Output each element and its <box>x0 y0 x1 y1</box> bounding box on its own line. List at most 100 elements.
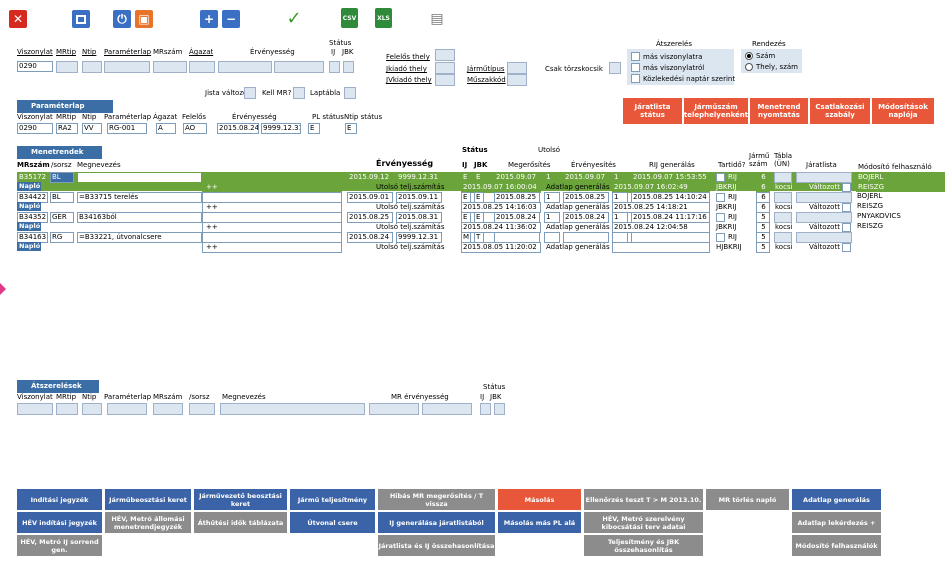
erv-from-cell[interactable]: 2015.09.01 <box>347 192 393 203</box>
jaratlista-cell[interactable] <box>796 172 852 183</box>
meg-n-cell[interactable] <box>544 232 560 243</box>
bottom-button-1-1[interactable]: HÉV, Metró állomási menetrendjegyzék <box>105 512 192 534</box>
telj-cell[interactable]: 2015.08.05 11:20:02 <box>461 242 541 253</box>
tartido-check[interactable] <box>716 213 725 222</box>
jkiado-thely-field[interactable] <box>435 62 455 74</box>
pl-ntip[interactable]: VV <box>82 123 102 134</box>
tartido-check[interactable] <box>716 173 725 182</box>
at-jbk[interactable] <box>494 403 505 415</box>
csak-torzskocsik-check[interactable] <box>609 62 621 74</box>
muszakkod-field[interactable] <box>507 74 527 86</box>
kozlekedesi-naptar-check[interactable] <box>631 74 640 83</box>
mas-viszonylatra-check[interactable] <box>631 52 640 61</box>
close-icon[interactable]: ✕ <box>9 10 27 28</box>
at-sorsz[interactable] <box>189 403 215 415</box>
csatlakozasi-szabaly-button[interactable]: Csatlakozási szabály <box>810 98 870 124</box>
at-mr-erv-to[interactable] <box>422 403 472 415</box>
pl-mrtip[interactable]: RA2 <box>56 123 78 134</box>
adatlap-cell[interactable] <box>612 242 710 253</box>
radio-thely-szam[interactable] <box>745 63 753 71</box>
ntip-field[interactable] <box>82 61 102 73</box>
valtozott-check[interactable] <box>842 243 851 252</box>
viszonylat-label[interactable]: Viszonylat <box>17 48 53 56</box>
pl-viszonylat[interactable]: 0290 <box>17 123 53 134</box>
ervenyesites-cell[interactable]: 2015.08.24 <box>563 212 609 223</box>
laptabla-check[interactable] <box>344 87 356 99</box>
check-icon[interactable]: ✓ <box>285 8 303 29</box>
at-megnevezes[interactable] <box>220 403 365 415</box>
naplo-link[interactable]: Napló <box>17 202 41 211</box>
pl-parameterlap[interactable]: RG-001 <box>107 123 147 134</box>
tartido-check[interactable] <box>716 233 725 242</box>
plus-icon[interactable]: + <box>200 10 218 28</box>
bottom-button-2-8[interactable]: Módosító felhasználók <box>792 535 882 557</box>
tabla-cell[interactable] <box>774 172 792 183</box>
bottom-button-2-4[interactable]: Járatlista és IJ összehasonlítása <box>378 535 496 557</box>
csv-icon[interactable]: CSV <box>341 8 358 28</box>
sorsz-cell[interactable]: GER <box>50 212 74 223</box>
erv-from-cell[interactable]: 2015.09.12 <box>347 172 393 183</box>
jarmutipus-field[interactable] <box>507 62 527 74</box>
jbk-field[interactable] <box>343 61 354 73</box>
at-mr-erv-from[interactable] <box>369 403 419 415</box>
megnevezes-cell[interactable]: =B34422 vált mod <box>77 172 202 183</box>
kell-mr-check[interactable] <box>293 87 305 99</box>
window-icon[interactable] <box>72 10 90 28</box>
pl-felelos[interactable]: AO <box>183 123 207 134</box>
sorsz-cell[interactable]: RG <box>50 232 74 243</box>
agazat-field[interactable] <box>189 61 215 73</box>
bottom-button-1-4[interactable]: IJ generálása járatlistából <box>378 512 496 534</box>
ntip-label[interactable]: Ntip <box>82 48 96 56</box>
pl-ntip-status[interactable]: E <box>345 123 357 134</box>
jarmutipus-label[interactable]: Járműtípus <box>467 65 505 73</box>
bottom-button-0-4[interactable]: Hibás MR megerősítés / T vissza <box>378 489 496 511</box>
pl-agazat[interactable]: A <box>156 123 176 134</box>
at-viszonylat[interactable] <box>17 403 53 415</box>
tabla-cell[interactable] <box>774 192 792 203</box>
mas-viszonylatrol-check[interactable] <box>631 63 640 72</box>
bottom-button-0-8[interactable]: Adatlap generálás <box>792 489 882 511</box>
jarmu2-cell[interactable]: 5 <box>756 242 770 253</box>
naplo-link[interactable]: Napló <box>17 182 41 191</box>
megnevezes-cell[interactable]: B34163ból <box>77 212 202 223</box>
mrtip-field[interactable] <box>56 61 78 73</box>
jista-valtozott-check[interactable] <box>244 87 256 99</box>
pl-erv-to[interactable]: 9999.12.31 <box>261 123 301 134</box>
erv-to-cell[interactable]: 9999.12.31 <box>396 232 442 243</box>
erv-to-cell[interactable]: 9999.12.31 <box>396 172 442 183</box>
bottom-button-1-0[interactable]: HÉV indítási jegyzék <box>17 512 103 534</box>
bottom-button-1-8[interactable]: Adatlap lekérdezés + <box>792 512 882 534</box>
viszonylat-field[interactable]: 0290 <box>17 61 53 72</box>
valtozott-check[interactable] <box>842 203 851 212</box>
bottom-button-0-3[interactable]: Jármű teljesítmény <box>290 489 376 511</box>
minus-icon[interactable]: − <box>222 10 240 28</box>
jkiado-thely-label[interactable]: Jkiadó thely <box>386 65 427 73</box>
bottom-button-1-2[interactable]: Áthűtési idők táblázata <box>194 512 288 534</box>
erv-to-field[interactable] <box>274 61 324 73</box>
felelos-thely-field[interactable] <box>435 49 455 61</box>
bottom-button-1-3[interactable]: Útvonal csere <box>290 512 376 534</box>
mrszam-field[interactable] <box>153 61 187 73</box>
ervenyesites-cell[interactable]: 2015.09.07 <box>563 172 609 183</box>
pl-erv-from[interactable]: 2015.08.24 <box>217 123 259 134</box>
at-ntip[interactable] <box>82 403 102 415</box>
jaratlista-cell[interactable] <box>796 212 852 223</box>
valtozott-check[interactable] <box>842 223 851 232</box>
ervenyesites-cell[interactable] <box>563 232 609 243</box>
mrtip-label[interactable]: MRtip <box>56 48 76 56</box>
megnevezes-cell[interactable]: =B33715 terelés <box>77 192 202 203</box>
at-parameterlap[interactable] <box>107 403 147 415</box>
erv-to-cell[interactable]: 2015.08.31 <box>396 212 442 223</box>
erv-from-field[interactable] <box>218 61 272 73</box>
jaratlista-cell[interactable] <box>796 232 852 243</box>
jaratlista-cell[interactable] <box>796 192 852 203</box>
agazat-label[interactable]: Ágazat <box>189 48 213 56</box>
plusplus-cell[interactable]: ++ <box>202 242 342 253</box>
bottom-button-0-1[interactable]: Járműbeosztási keret <box>105 489 192 511</box>
bottom-button-0-2[interactable]: Járművezető beosztási keret <box>194 489 288 511</box>
tabla-cell[interactable] <box>774 212 792 223</box>
ij-field[interactable] <box>329 61 340 73</box>
power-icon[interactable]: ⏻ <box>113 10 131 28</box>
parameterlap-field[interactable] <box>104 61 150 73</box>
jarmuszam-telephelyenkent-button[interactable]: Járműszám telephelyenként <box>684 98 748 124</box>
